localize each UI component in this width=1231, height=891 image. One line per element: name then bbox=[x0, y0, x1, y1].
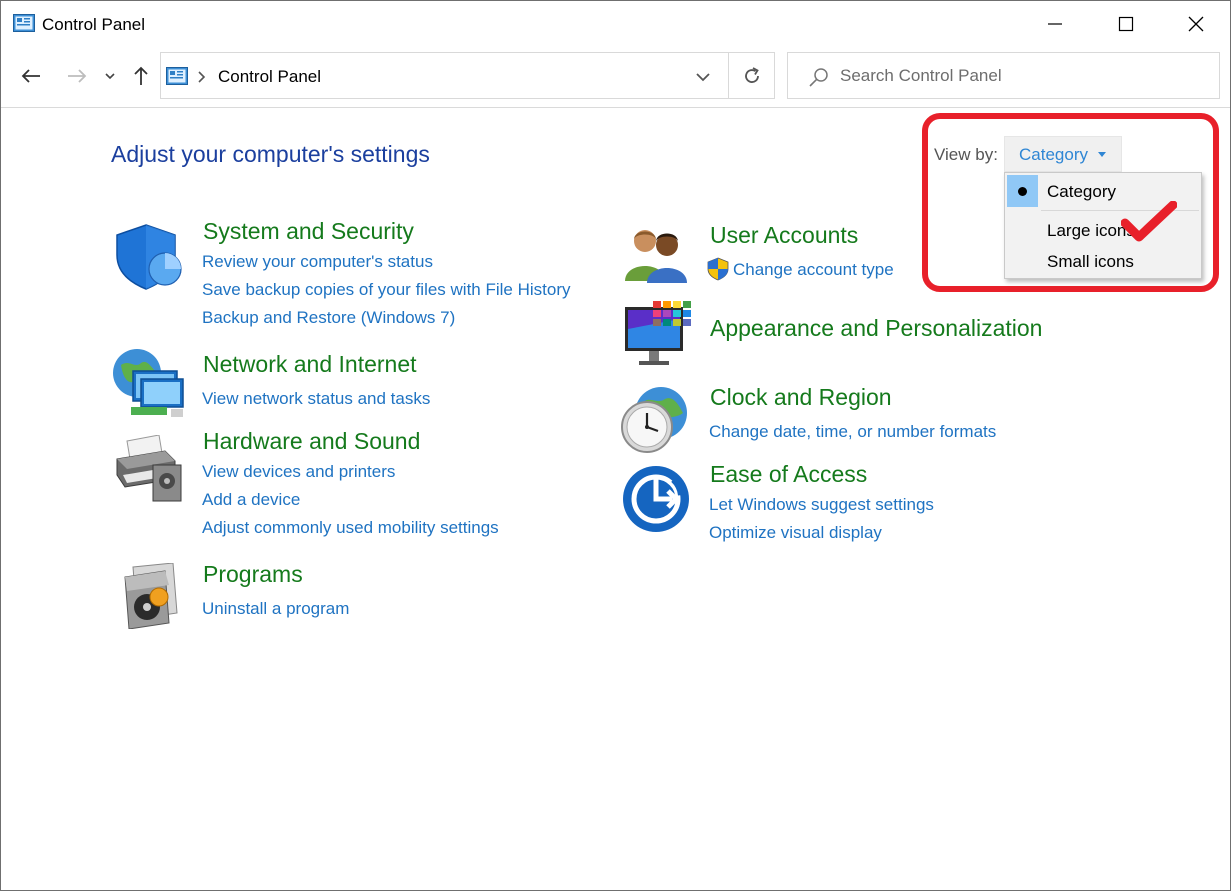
appearance-icon bbox=[625, 301, 691, 365]
user-accounts-icon bbox=[625, 230, 687, 283]
printer-icon bbox=[116, 435, 182, 502]
category-system-and-security[interactable]: System and Security bbox=[203, 218, 414, 245]
search-box[interactable] bbox=[787, 52, 1220, 99]
link-mobility-settings[interactable]: Adjust commonly used mobility settings bbox=[202, 518, 499, 538]
shield-icon bbox=[116, 224, 182, 290]
link-devices-printers[interactable]: View devices and printers bbox=[202, 462, 395, 482]
address-text: Control Panel bbox=[218, 67, 322, 86]
maximize-button[interactable] bbox=[1091, 1, 1161, 47]
title-bar: Control Panel bbox=[1, 1, 1230, 49]
link-optimize-visual-display[interactable]: Optimize visual display bbox=[709, 523, 882, 543]
page-title: Adjust your computer's settings bbox=[111, 141, 430, 167]
up-button[interactable] bbox=[127, 59, 155, 93]
minimize-icon bbox=[1048, 23, 1062, 25]
category-hardware-and-sound[interactable]: Hardware and Sound bbox=[203, 428, 420, 455]
arrow-left-icon bbox=[21, 69, 40, 83]
refresh-icon bbox=[744, 66, 759, 83]
clock-icon bbox=[621, 387, 687, 453]
view-by-label: View by: bbox=[934, 145, 998, 164]
link-change-account-type[interactable]: Change account type bbox=[733, 260, 894, 280]
divider bbox=[1, 107, 1230, 108]
address-dropdown-button[interactable] bbox=[695, 67, 711, 88]
search-icon bbox=[809, 68, 828, 87]
link-backup-restore[interactable]: Backup and Restore (Windows 7) bbox=[202, 308, 455, 328]
close-icon bbox=[1188, 16, 1204, 32]
refresh-button[interactable] bbox=[728, 52, 775, 99]
close-button[interactable] bbox=[1161, 1, 1231, 47]
programs-icon bbox=[124, 563, 178, 629]
recent-locations-button[interactable] bbox=[100, 59, 120, 93]
minimize-button[interactable] bbox=[1020, 1, 1090, 47]
link-network-status[interactable]: View network status and tasks bbox=[202, 389, 430, 409]
category-clock-and-region[interactable]: Clock and Region bbox=[710, 384, 892, 411]
link-uninstall-program[interactable]: Uninstall a program bbox=[202, 599, 349, 619]
category-network-and-internet[interactable]: Network and Internet bbox=[203, 351, 417, 378]
chevron-down-icon bbox=[105, 73, 115, 80]
radio-dot-icon bbox=[1018, 187, 1027, 196]
chevron-right-icon bbox=[198, 71, 206, 83]
menu-item-small-icons[interactable]: Small icons bbox=[1047, 252, 1134, 272]
view-by-dropdown[interactable]: Category bbox=[1004, 136, 1122, 172]
link-review-status[interactable]: Review your computer's status bbox=[202, 252, 433, 272]
control-panel-icon bbox=[166, 67, 188, 85]
chevron-down-icon bbox=[696, 73, 710, 82]
view-by-value: Category bbox=[1019, 145, 1088, 164]
checkmark-icon bbox=[1121, 201, 1177, 242]
navigation-bar: Control Panel bbox=[1, 51, 1230, 101]
link-add-device[interactable]: Add a device bbox=[202, 490, 300, 510]
ease-of-access-icon bbox=[623, 466, 689, 532]
forward-button[interactable] bbox=[61, 59, 93, 93]
arrow-right-icon bbox=[68, 69, 87, 83]
control-panel-icon bbox=[13, 14, 35, 32]
search-input[interactable] bbox=[840, 60, 1210, 92]
selected-indicator bbox=[1007, 175, 1038, 207]
address-bar[interactable]: Control Panel bbox=[160, 52, 729, 99]
uac-shield-icon bbox=[707, 257, 729, 281]
category-programs[interactable]: Programs bbox=[203, 561, 303, 588]
window-title: Control Panel bbox=[42, 15, 146, 34]
arrow-up-icon bbox=[134, 66, 148, 85]
network-icon bbox=[113, 349, 184, 417]
menu-item-category[interactable]: Category bbox=[1047, 182, 1116, 202]
link-suggest-settings[interactable]: Let Windows suggest settings bbox=[709, 495, 934, 515]
maximize-icon bbox=[1118, 16, 1134, 32]
category-user-accounts[interactable]: User Accounts bbox=[710, 222, 858, 249]
category-ease-of-access[interactable]: Ease of Access bbox=[710, 461, 867, 488]
category-appearance-and-personalization[interactable]: Appearance and Personalization bbox=[710, 315, 1042, 342]
back-button[interactable] bbox=[15, 59, 47, 93]
caret-down-icon bbox=[1098, 152, 1106, 157]
link-file-history[interactable]: Save backup copies of your files with Fi… bbox=[202, 280, 571, 300]
control-panel-window: Control Panel Control Panel Search Contr… bbox=[0, 0, 1231, 891]
link-date-time-formats[interactable]: Change date, time, or number formats bbox=[709, 422, 996, 442]
